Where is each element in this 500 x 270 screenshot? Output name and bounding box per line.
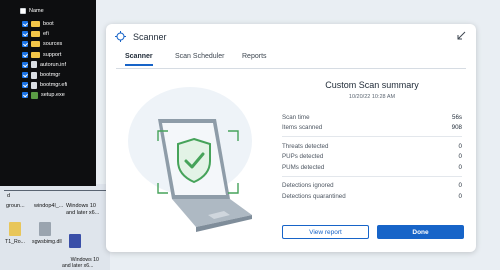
action-buttons: View report Done [282,225,464,239]
file-name: bootmgr [40,72,61,79]
desktop-icon-label: T1_Ro... [5,239,25,245]
stat-value: 0 [458,182,462,190]
stat-label: PUPs detected [282,153,324,161]
collapse-arrow-icon[interactable] [456,31,466,41]
stat-detections-quarantined: Detections quarantined 0 [282,191,462,202]
stat-label: Scan time [282,113,310,121]
divider [282,136,462,137]
select-all-checkbox[interactable] [20,8,26,14]
tab-scan-scheduler[interactable]: Scan Scheduler [175,53,224,64]
stat-items-scanned: Items scanned 908 [282,123,462,134]
stat-value: 0 [458,163,462,171]
explorer-bottom-edge [0,184,96,186]
file-list: boot efi sources support autorun.inf boo… [22,19,67,101]
window-title-bar: Scanner [115,31,167,42]
laptop-shield-illustration [128,87,252,232]
file-explorer-list: Name boot efi sources support autorun.in… [0,0,96,184]
stat-threats-detected: Threats detected 0 [282,141,462,152]
stat-scan-time: Scan time 56s [282,112,462,123]
tab-bar: Scanner Scan Scheduler Reports [116,53,466,69]
file-name: sources [43,41,63,48]
file-checkbox[interactable] [22,31,28,38]
file-row[interactable]: sources [22,39,67,49]
stat-value: 0 [458,153,462,161]
desktop-icon[interactable]: Windows 10 and later x6... [62,222,99,270]
file-checkbox[interactable] [22,41,28,48]
window-title: Scanner [133,31,167,42]
file-row[interactable]: efi [22,29,67,39]
done-button[interactable]: Done [377,225,464,239]
stat-pums-detected: PUMs detected 0 [282,162,462,173]
desktop-label[interactable]: groun... [6,203,25,210]
file-icon [31,81,37,89]
file-row[interactable]: bootmgr [22,70,67,80]
window-icon [69,234,81,248]
desktop-label[interactable]: Windows 10 and later x6... [66,203,99,216]
stat-label: Detections quarantined [282,192,346,200]
column-header[interactable]: Name [20,8,44,14]
file-row[interactable]: boot [22,19,67,29]
stat-label: Detections ignored [282,182,334,190]
desktop-icon-label: sgwsbimg.dll [32,239,62,245]
file-row[interactable]: autorun.inf [22,60,67,70]
folder-icon [31,31,40,38]
gear-file-icon [39,222,51,236]
summary-date: 10/20/22 10:28 AM [348,94,396,100]
folder-icon [31,21,40,28]
divider [282,175,462,177]
summary-title: Custom Scan summary [325,80,419,90]
tab-scanner[interactable]: Scanner [125,53,153,66]
file-checkbox[interactable] [22,51,28,58]
file-row[interactable]: setup.exe [22,90,67,100]
stat-detections-ignored: Detections ignored 0 [282,181,462,192]
view-report-button[interactable]: View report [282,225,369,239]
scanner-window: Scanner Scanner Scan Scheduler Reports C… [106,24,476,252]
folder-icon [31,51,40,58]
desktop-icon-row: d groun... windop4l_... Windows 10 and l… [4,190,108,216]
file-name: bootmgr.efi [40,82,68,89]
desktop-icons: T1_Ro... sgwsbimg.dll Windows 10 and lat… [0,222,110,270]
file-row[interactable]: support [22,50,67,60]
file-checkbox[interactable] [22,92,28,99]
stat-label: Threats detected [282,142,329,150]
stat-label: Items scanned [282,124,323,132]
file-icon [31,71,37,79]
scan-summary-panel: Custom Scan summary 10/20/22 10:28 AM Sc… [282,80,462,202]
stat-value: 908 [451,124,462,132]
file-checkbox[interactable] [22,82,28,89]
file-checkbox[interactable] [22,61,28,68]
file-name: boot [43,21,54,28]
file-row[interactable]: bootmgr.efi [22,80,67,90]
file-icon [9,222,21,236]
stat-value: 56s [452,113,462,121]
file-name: support [43,51,62,58]
desktop-icon[interactable]: sgwsbimg.dll [32,222,62,245]
desktop-label[interactable]: windop4l_... [34,203,63,210]
column-header-name: Name [29,8,44,14]
setup-exe-icon [31,91,38,99]
folder-icon [31,41,40,48]
desktop-area: d groun... windop4l_... Windows 10 and l… [0,184,110,270]
file-name: efi [43,31,49,38]
tab-reports[interactable]: Reports [242,53,267,64]
file-checkbox[interactable] [22,72,28,79]
stat-pups-detected: PUPs detected 0 [282,152,462,163]
stat-label: PUMs detected [282,163,325,171]
file-icon [31,61,37,69]
desktop-icon[interactable]: T1_Ro... [2,222,28,245]
stat-value: 0 [458,142,462,150]
crosshair-scan-icon [115,31,126,42]
file-name: autorun.inf [40,61,66,68]
stat-value: 0 [458,192,462,200]
desktop-label[interactable]: d [7,193,10,200]
file-checkbox[interactable] [22,21,28,28]
desktop-icon-label: Windows 10 and later x6... [62,257,99,269]
file-name: setup.exe [41,92,65,99]
scan-stats: Scan time 56s Items scanned 908 Threats … [282,112,462,202]
